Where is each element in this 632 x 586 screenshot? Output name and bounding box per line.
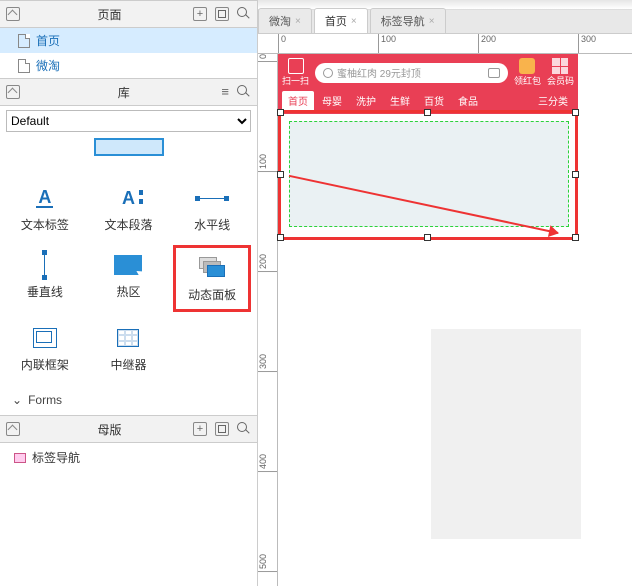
folder-master-icon[interactable] — [215, 422, 229, 436]
page-icon — [18, 59, 30, 73]
folder-icon[interactable] — [215, 7, 229, 21]
tab-tabnav[interactable]: 标签导航× — [370, 8, 446, 33]
nav-item[interactable]: 洗护 — [350, 91, 382, 110]
nav-item[interactable]: 母婴 — [316, 91, 348, 110]
library-select[interactable]: Default — [6, 110, 251, 132]
widget-hotspot[interactable]: 热区 — [90, 245, 168, 312]
widget-text-paragraph[interactable]: A 文本段落 — [90, 178, 168, 239]
menu-icon[interactable]: ≡ — [221, 85, 229, 99]
pages-title: 页面 — [26, 6, 193, 23]
camera-icon — [488, 68, 500, 78]
mock-header: 扫一扫 蜜柚红肉 29元封顶 领红包 会员码 首页 母婴 洗护 生鲜 — [278, 54, 578, 114]
pin-icon[interactable] — [6, 85, 20, 99]
masters-title: 母版 — [26, 421, 193, 438]
search-masters-icon[interactable] — [237, 422, 251, 436]
tab-home[interactable]: 首页× — [314, 8, 368, 33]
widget-dynamic-panel[interactable]: 动态面板 — [173, 245, 251, 312]
placeholder-box — [431, 329, 581, 539]
widget-hline[interactable]: 水平线 — [173, 178, 251, 239]
master-item-tabnav[interactable]: 标签导航 — [14, 449, 243, 466]
add-master-icon[interactable] — [193, 422, 207, 436]
close-icon[interactable]: × — [429, 16, 435, 27]
pin-icon[interactable] — [6, 422, 20, 436]
mock-nav: 首页 母婴 洗护 生鲜 百货 食品 三分类 — [282, 91, 574, 110]
nav-more[interactable]: 三分类 — [532, 91, 574, 110]
page-item-weitao[interactable]: 微淘 — [0, 53, 257, 78]
widget-iframe[interactable]: 内联框架 — [6, 318, 84, 379]
pages-panel-header: 页面 — [0, 0, 257, 28]
membercode-button[interactable]: 会员码 — [547, 58, 574, 87]
forms-section-toggle[interactable]: Forms — [0, 385, 257, 415]
page-icon — [18, 34, 30, 48]
canvas-tabs: 微淘× 首页× 标签导航× — [258, 10, 632, 34]
widget-preview — [6, 138, 251, 166]
add-page-icon[interactable] — [193, 7, 207, 21]
tab-weitao[interactable]: 微淘× — [258, 8, 312, 33]
masters-panel-header: 母版 — [0, 415, 257, 443]
nav-item[interactable]: 食品 — [452, 91, 484, 110]
close-icon[interactable]: × — [351, 16, 357, 27]
search-library-icon[interactable] — [237, 85, 251, 99]
nav-item[interactable]: 首页 — [282, 91, 314, 110]
search-icon — [323, 68, 333, 78]
page-item-home[interactable]: 首页 — [0, 28, 257, 53]
widget-repeater[interactable]: 中继器 — [90, 318, 168, 379]
widget-grid: A 文本标签 A 文本段落 水平线 垂直线 热区 动态面板 — [0, 172, 257, 385]
masters-list: 标签导航 — [0, 443, 257, 472]
ruler-horizontal: 0 100 200 300 — [258, 34, 632, 54]
redpack-button[interactable]: 领红包 — [514, 58, 541, 87]
widget-vline[interactable]: 垂直线 — [6, 245, 84, 312]
library-title: 库 — [26, 84, 221, 101]
nav-item[interactable]: 生鲜 — [384, 91, 416, 110]
library-panel-header: 库 ≡ — [0, 78, 257, 106]
master-icon — [14, 453, 26, 463]
canvas[interactable]: 0 100 200 300 400 500 扫一扫 蜜柚红肉 29元封顶 — [258, 54, 632, 586]
pin-icon[interactable] — [6, 7, 20, 21]
widget-text-label[interactable]: A 文本标签 — [6, 178, 84, 239]
search-input[interactable]: 蜜柚红肉 29元封顶 — [315, 63, 508, 83]
search-pages-icon[interactable] — [237, 7, 251, 21]
scan-button[interactable]: 扫一扫 — [282, 58, 309, 87]
nav-item[interactable]: 百货 — [418, 91, 450, 110]
selected-widget[interactable] — [278, 110, 578, 240]
ruler-vertical: 0 100 200 300 400 500 — [258, 54, 278, 586]
close-icon[interactable]: × — [295, 16, 301, 27]
page-tree: 首页 微淘 — [0, 28, 257, 78]
